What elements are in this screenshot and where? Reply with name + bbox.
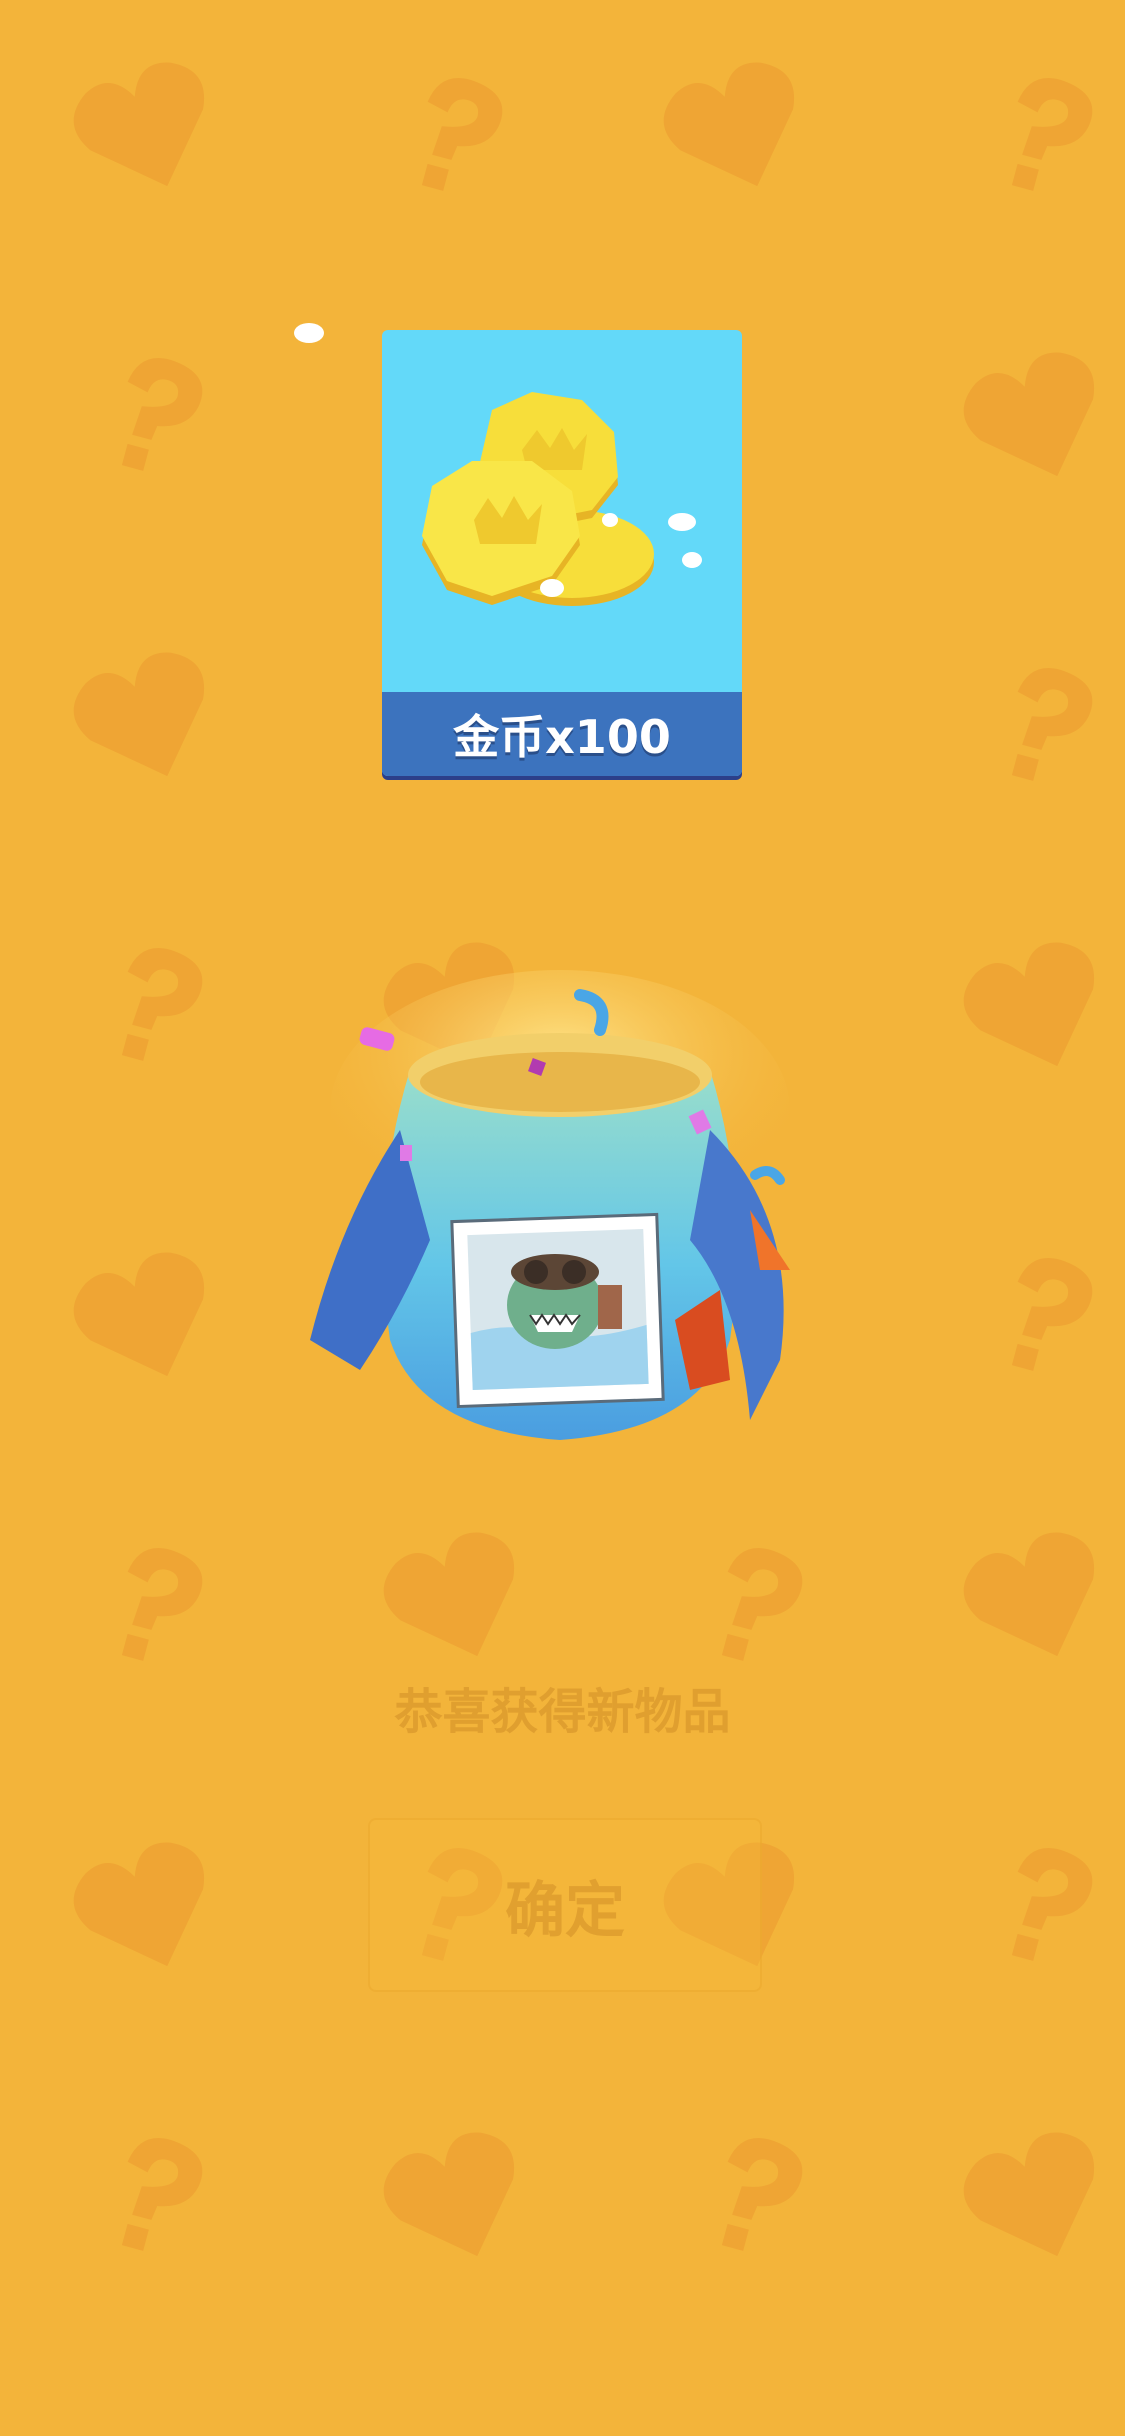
pattern-question-icon xyxy=(1011,668,1093,781)
pattern-question-icon xyxy=(721,1548,803,1661)
pattern-heart-icon xyxy=(963,352,1095,477)
gold-coins-icon xyxy=(422,392,702,606)
pattern-question-icon xyxy=(121,358,203,471)
confirm-label: 确定 xyxy=(505,1875,625,1946)
pattern-heart-icon xyxy=(663,62,795,187)
pattern-question-icon xyxy=(1011,1848,1093,1961)
pattern-heart-icon xyxy=(383,2132,515,2257)
pattern-question-icon xyxy=(721,2138,803,2251)
reward-label: 金币x100 xyxy=(453,710,671,764)
pattern-heart-icon xyxy=(73,1252,205,1377)
pattern-heart-icon xyxy=(963,1532,1095,1657)
mystery-bag-icon xyxy=(310,970,790,1440)
pattern-question-icon xyxy=(121,2138,203,2251)
pattern-heart-icon xyxy=(963,942,1095,1067)
pattern-heart-icon xyxy=(963,2132,1095,2257)
reward-card: 金币x100 xyxy=(382,330,742,776)
pattern-question-icon xyxy=(121,948,203,1061)
reward-label-bar: 金币x100 xyxy=(382,692,742,776)
confirm-button[interactable]: 确定 xyxy=(368,1818,762,1992)
confetti-piece xyxy=(294,323,324,343)
pattern-question-icon xyxy=(421,78,503,191)
pattern-question-icon xyxy=(121,1548,203,1661)
pattern-question-icon xyxy=(1011,1258,1093,1371)
pattern-heart-icon xyxy=(73,62,205,187)
pattern-heart-icon xyxy=(383,1532,515,1657)
pattern-heart-icon xyxy=(73,652,205,777)
pattern-heart-icon xyxy=(73,1842,205,1967)
shark-sticker xyxy=(450,1212,665,1409)
congrats-text: 恭喜获得新物品 xyxy=(394,1684,731,1740)
pattern-question-icon xyxy=(1011,78,1093,191)
